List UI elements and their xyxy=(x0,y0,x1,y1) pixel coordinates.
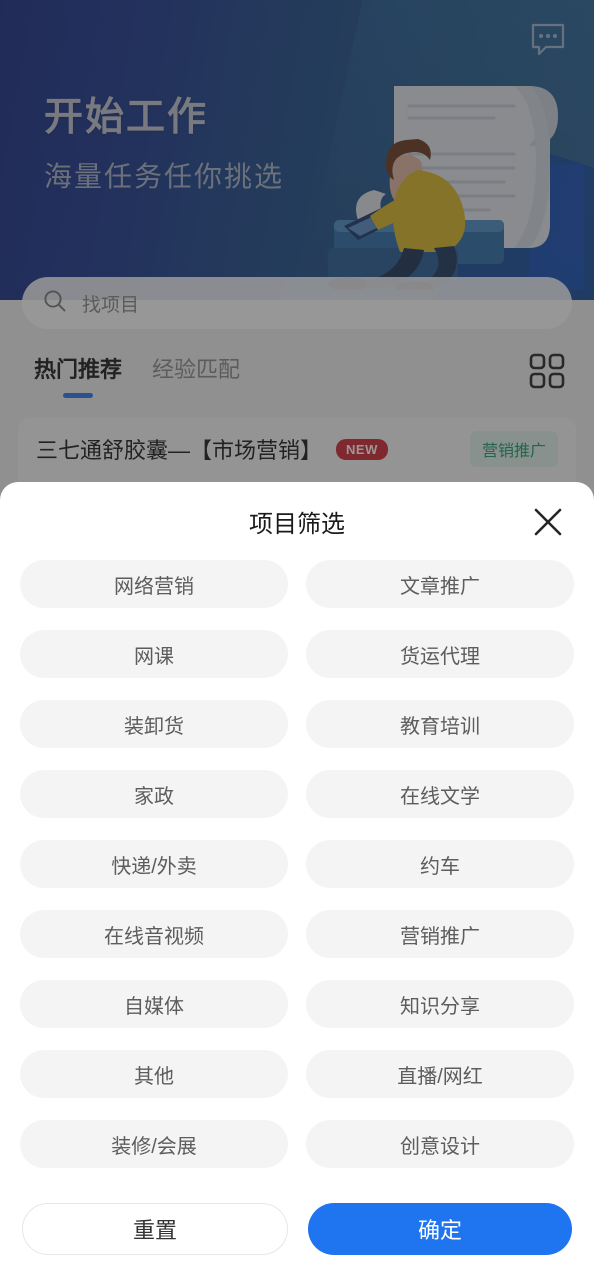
filter-chip[interactable]: 在线文学 xyxy=(306,770,574,818)
filter-chip[interactable]: 其他 xyxy=(20,1050,288,1098)
filter-chip[interactable]: 快递/外卖 xyxy=(20,840,288,888)
page-title: 项目筛选 xyxy=(249,510,345,538)
filter-chip-grid: 网络营销 文章推广 网课 货运代理 装卸货 教育培训 家政 在线文学 快递/外卖 约车 在线音视频营… xyxy=(0,560,594,1178)
filter-chip[interactable]: 文章推广 xyxy=(306,560,574,608)
filter-chip[interactable]: 知识分享 xyxy=(306,980,574,1028)
filter-chip[interactable]: 自媒体 xyxy=(20,980,288,1028)
filter-chip[interactable]: 装卸货 xyxy=(20,700,288,748)
filter-chip[interactable]: 家政 xyxy=(20,770,288,818)
filter-chip[interactable]: 网课 xyxy=(20,630,288,678)
filter-bottom-sheet: 项目筛选 网络营销 文章推广 网课 货运代理 装卸货 教育培训 家政 在线文学 快递/外卖 约车在… xyxy=(0,482,594,1280)
filter-chip[interactable]: 创意设计 xyxy=(306,1120,574,1168)
filter-chip[interactable]: 营销推广 xyxy=(306,910,574,958)
filter-chip[interactable]: 教育培训 xyxy=(306,700,574,748)
filter-chip[interactable]: 直播/网红 xyxy=(306,1050,574,1098)
filter-chip[interactable]: 装修/会展 xyxy=(20,1120,288,1168)
sheet-header: 项目筛选 xyxy=(0,482,594,560)
reset-button[interactable]: 重置 xyxy=(22,1203,288,1255)
filter-chip[interactable]: 在线音视频 xyxy=(20,910,288,958)
filter-chip[interactable]: 约车 xyxy=(306,840,574,888)
confirm-button[interactable]: 确定 xyxy=(308,1203,572,1255)
filter-chip[interactable]: 货运代理 xyxy=(306,630,574,678)
sheet-footer: 重置 确定 xyxy=(0,1178,594,1280)
filter-chip[interactable]: 网络营销 xyxy=(20,560,288,608)
app-screen: 开始工作 海量任务任你挑选 找项目 热门推荐 经验匹配 三七通舒胶囊—【市场营销… xyxy=(0,0,594,1280)
close-icon[interactable] xyxy=(528,502,568,542)
